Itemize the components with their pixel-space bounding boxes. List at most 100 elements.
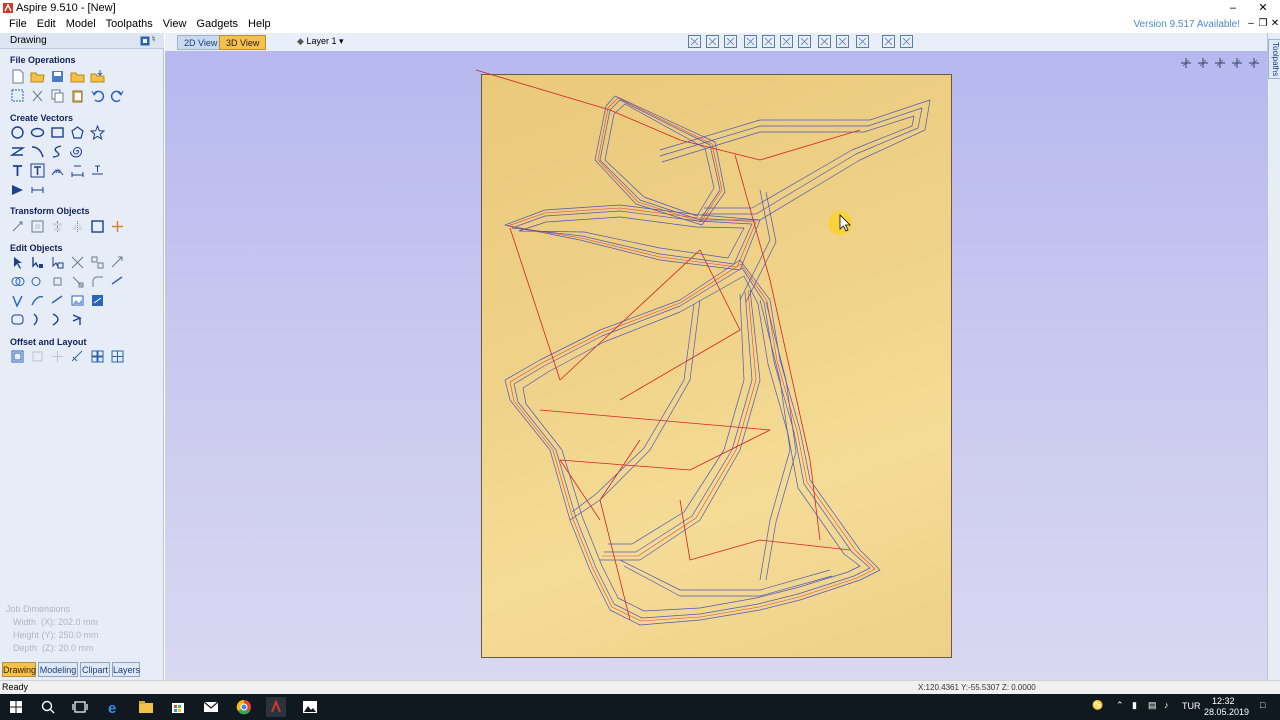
zoom-selection-icon[interactable] [797,34,812,49]
center-icon[interactable] [110,219,125,234]
tile-icon[interactable] [899,34,914,49]
windows-start-icon[interactable] [6,697,26,717]
menu-help[interactable]: Help [243,16,276,30]
star-icon[interactable] [90,125,105,140]
tab-clipart[interactable]: Clipart [80,662,110,677]
dimension-icon[interactable] [70,163,85,178]
photos-icon[interactable] [300,697,320,717]
notifications-icon[interactable]: □ [1260,700,1265,710]
battery-icon[interactable]: ▮ [1132,700,1137,711]
menu-gadgets[interactable]: Gadgets [191,16,243,30]
top-view-icon[interactable] [1196,56,1210,70]
task-view-icon[interactable] [70,697,90,717]
menu-model[interactable]: Model [61,16,101,30]
edge-browser-icon[interactable]: e [104,697,124,717]
open-file-icon[interactable] [30,69,45,84]
measure-icon[interactable] [30,182,45,197]
fillet-icon[interactable] [90,274,105,289]
arc-fit-icon[interactable] [30,312,45,327]
interactive-trim-icon[interactable] [70,255,85,270]
lighting-icon[interactable] [855,34,870,49]
select-icon[interactable] [10,255,25,270]
array-copy-icon[interactable] [70,349,85,364]
extend-icon[interactable] [110,274,125,289]
new-file-icon[interactable] [10,69,25,84]
step-repeat-icon[interactable] [90,349,105,364]
text-icon[interactable] [10,163,25,178]
save-icon[interactable] [50,69,65,84]
move-icon[interactable] [10,219,25,234]
search-icon[interactable] [38,697,58,717]
iso-view-icon[interactable] [1179,56,1193,70]
smooth-icon[interactable] [90,293,105,308]
toggle-view-icon[interactable] [817,34,832,49]
transform-select-icon[interactable] [50,255,65,270]
close-icon[interactable]: ✕ [1248,0,1278,16]
mail-icon[interactable] [201,697,221,717]
bezier-icon[interactable] [30,293,45,308]
version-available-link[interactable]: Version 9.517 Available! [1133,19,1240,30]
menu-toolpaths[interactable]: Toolpaths [101,16,158,30]
panel-autohide-icon[interactable] [140,36,150,46]
cut-icon[interactable] [30,88,45,103]
clock-time[interactable]: 12:32 [1212,696,1235,706]
point-icon[interactable] [70,312,85,327]
redo-icon[interactable] [110,88,125,103]
zoom-extents-icon[interactable] [687,34,702,49]
grid-icon[interactable] [723,34,738,49]
import-icon[interactable] [90,69,105,84]
people-icon[interactable]: ♋ [1092,700,1103,711]
auto-text-icon[interactable] [30,163,45,178]
pin-icon[interactable]: ♮ [152,34,155,45]
node-edit-icon[interactable] [30,255,45,270]
trim-icon[interactable] [70,274,85,289]
ellipse-icon[interactable] [30,125,45,140]
tab-drawing[interactable]: Drawing [2,662,36,677]
aspire-taskbar-icon[interactable] [266,697,286,717]
polygon-icon[interactable] [70,125,85,140]
undo-icon[interactable] [90,88,105,103]
language-indicator[interactable]: TUR [1182,701,1201,711]
left-view-icon[interactable] [1230,56,1244,70]
menu-file[interactable]: File [4,16,32,30]
mdi-close-icon[interactable]: ✕ [1268,18,1280,29]
text-on-curve-icon[interactable]: ab [50,163,65,178]
image-icon[interactable] [70,293,85,308]
layer-dropdown[interactable]: ◆ Layer 1 ▾ [297,36,344,47]
extend-icon[interactable] [50,293,65,308]
arc-icon[interactable] [30,144,45,159]
folder-icon[interactable] [70,69,85,84]
curve-icon[interactable] [50,144,65,159]
zoom-box-icon[interactable] [705,34,720,49]
ungroup-icon[interactable] [110,255,125,270]
zoom-out-icon[interactable] [779,34,794,49]
nest-icon[interactable] [50,349,65,364]
grid-layout-icon[interactable] [110,349,125,364]
intersect-icon[interactable] [50,274,65,289]
refresh-icon[interactable] [835,34,850,49]
network-icon[interactable]: ▤ [1148,700,1157,711]
tab-modeling[interactable]: Modeling [38,662,78,677]
rectangle-icon[interactable] [50,125,65,140]
weld-icon[interactable] [10,274,25,289]
join-icon[interactable] [10,293,25,308]
menu-edit[interactable]: Edit [32,16,61,30]
select-box-icon[interactable] [10,88,25,103]
fillet-offset-icon[interactable] [30,349,45,364]
spiral-icon[interactable] [70,144,85,159]
zoom-in-icon[interactable] [761,34,776,49]
split-view-icon[interactable] [881,34,896,49]
chrome-icon[interactable] [234,697,254,717]
copy-icon[interactable] [50,88,65,103]
polyline-icon[interactable] [10,144,25,159]
clock-date[interactable]: 28.05.2019 [1204,707,1249,717]
right-view-icon[interactable] [1247,56,1261,70]
tab-2d-view[interactable]: 2D View [177,35,225,50]
volume-icon[interactable]: ♪ [1164,700,1169,710]
mirror-icon[interactable] [70,219,85,234]
tab-layers[interactable]: Layers [112,662,140,677]
circle-icon[interactable] [10,125,25,140]
scale-icon[interactable] [30,219,45,234]
tab-3d-view[interactable]: 3D View [219,35,267,50]
paste-icon[interactable] [70,88,85,103]
